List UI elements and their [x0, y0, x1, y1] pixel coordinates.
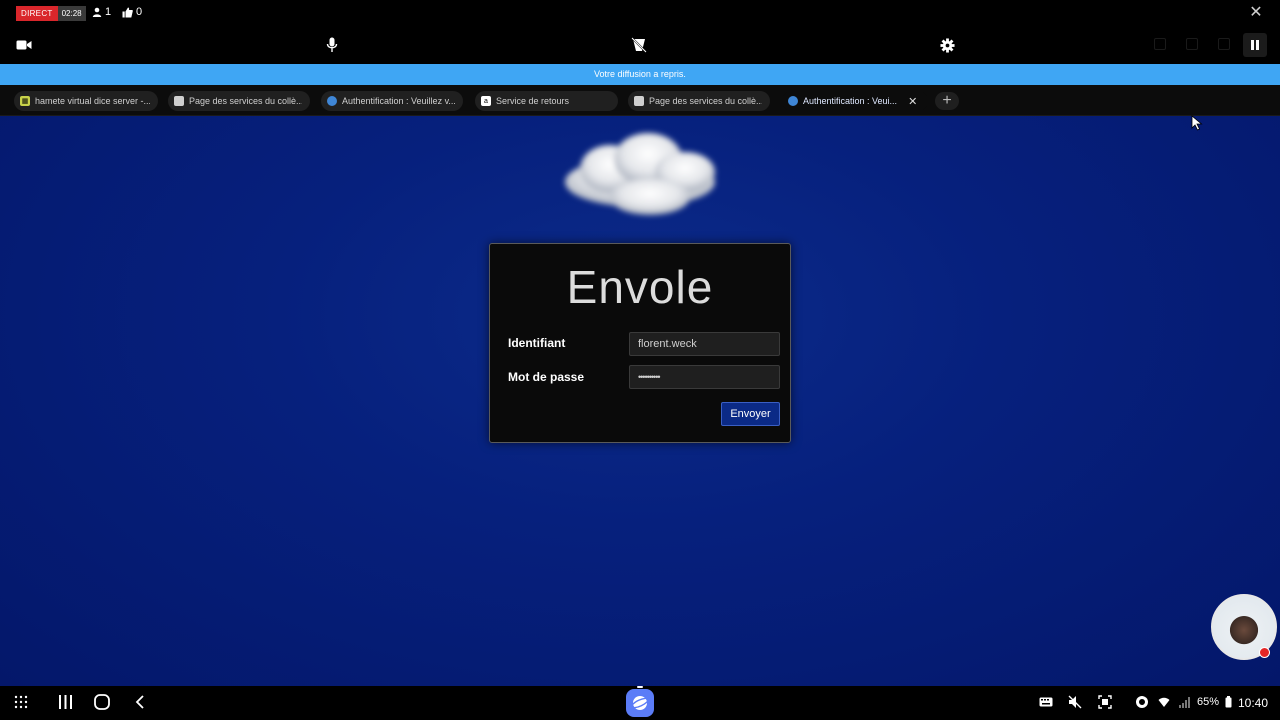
tabs-icon [1218, 38, 1230, 50]
tab-1[interactable]: Page des services du collè... [168, 91, 310, 111]
notification-app-icon [1134, 694, 1150, 710]
like-count: 0 [122, 6, 142, 18]
live-label: DIRECT [16, 6, 58, 21]
browser-app-icon[interactable] [626, 689, 654, 717]
battery-percentage: 65% [1197, 696, 1220, 708]
mouse-cursor-icon [1191, 115, 1203, 131]
tab-4[interactable]: Page des services du collè... [628, 91, 770, 111]
submit-button[interactable]: Envoyer [721, 402, 780, 426]
login-panel: Envole Identifiant florent.weck Mot de p… [489, 243, 791, 443]
wifi-icon [1157, 694, 1171, 710]
tab-5-active[interactable]: Authentification : Veui... ✕ [782, 91, 928, 111]
new-tab-button[interactable]: + [935, 92, 959, 110]
back-icon[interactable] [133, 694, 145, 710]
pause-button[interactable] [1243, 33, 1267, 57]
tab-favicon: a [481, 96, 491, 106]
pause-icon [1251, 40, 1259, 50]
viewer-count-value: 1 [105, 6, 112, 18]
person-icon [92, 7, 102, 17]
screen-capture-icon[interactable] [1097, 694, 1113, 710]
thumbs-up-icon [122, 7, 133, 17]
tab-favicon [634, 96, 644, 106]
close-stream-icon[interactable]: ✕ [1248, 4, 1264, 22]
tab-0[interactable]: ▦ hamete virtual dice server -... [14, 91, 158, 111]
home-icon [1154, 38, 1166, 50]
recording-indicator [1259, 647, 1270, 658]
username-label: Identifiant [508, 336, 566, 350]
browser-tab-strip: ▦ hamete virtual dice server -... Page d… [0, 85, 1280, 116]
tab-label: Service de retours [496, 96, 570, 106]
app-indicator-dot [637, 686, 643, 688]
tab-label: hamete virtual dice server -... [35, 96, 150, 106]
gear-icon[interactable] [939, 37, 955, 53]
tab-label: Authentification : Veui... [803, 96, 898, 106]
apps-grid-icon[interactable] [14, 694, 28, 710]
stream-resumed-banner: Votre diffusion a repris. [0, 64, 1280, 85]
battery-icon [1224, 694, 1232, 710]
tab-label: Authentification : Veuillez v... [342, 96, 455, 106]
tab-favicon [327, 96, 337, 106]
signal-icon [1178, 694, 1190, 710]
like-count-value: 0 [136, 6, 143, 18]
tab-3[interactable]: a Service de retours [475, 91, 618, 111]
tab-close-icon[interactable]: ✕ [908, 95, 917, 108]
stream-status-bar: DIRECT 02:28 1 0 ✕ [0, 0, 1280, 28]
tab-favicon: ▦ [20, 96, 30, 106]
star-icon [1186, 38, 1198, 50]
tab-favicon [788, 96, 798, 106]
username-input[interactable]: florent.weck [629, 332, 780, 356]
password-input[interactable]: •••••••••• [629, 365, 780, 389]
tab-label: Page des services du collè... [649, 96, 762, 106]
tab-2[interactable]: Authentification : Veuillez v... [321, 91, 463, 111]
live-elapsed-time: 02:28 [57, 6, 86, 21]
tab-label: Page des services du collè... [189, 96, 302, 106]
live-badge: DIRECT 02:28 [16, 6, 86, 21]
password-label: Mot de passe [508, 370, 585, 384]
home-button-icon[interactable] [93, 694, 110, 710]
mute-icon [1067, 694, 1083, 710]
keyboard-icon[interactable] [1038, 694, 1054, 710]
cloud-logo [565, 133, 715, 215]
tab-favicon [174, 96, 184, 106]
screen-share-off-icon[interactable] [631, 37, 647, 53]
viewer-count: 1 [92, 6, 111, 18]
page-title: Envole [566, 261, 714, 313]
clock: 10:40 [1238, 696, 1269, 710]
camera-icon[interactable] [16, 38, 32, 52]
microphone-icon[interactable] [326, 37, 338, 53]
recent-apps-icon[interactable] [58, 694, 72, 710]
